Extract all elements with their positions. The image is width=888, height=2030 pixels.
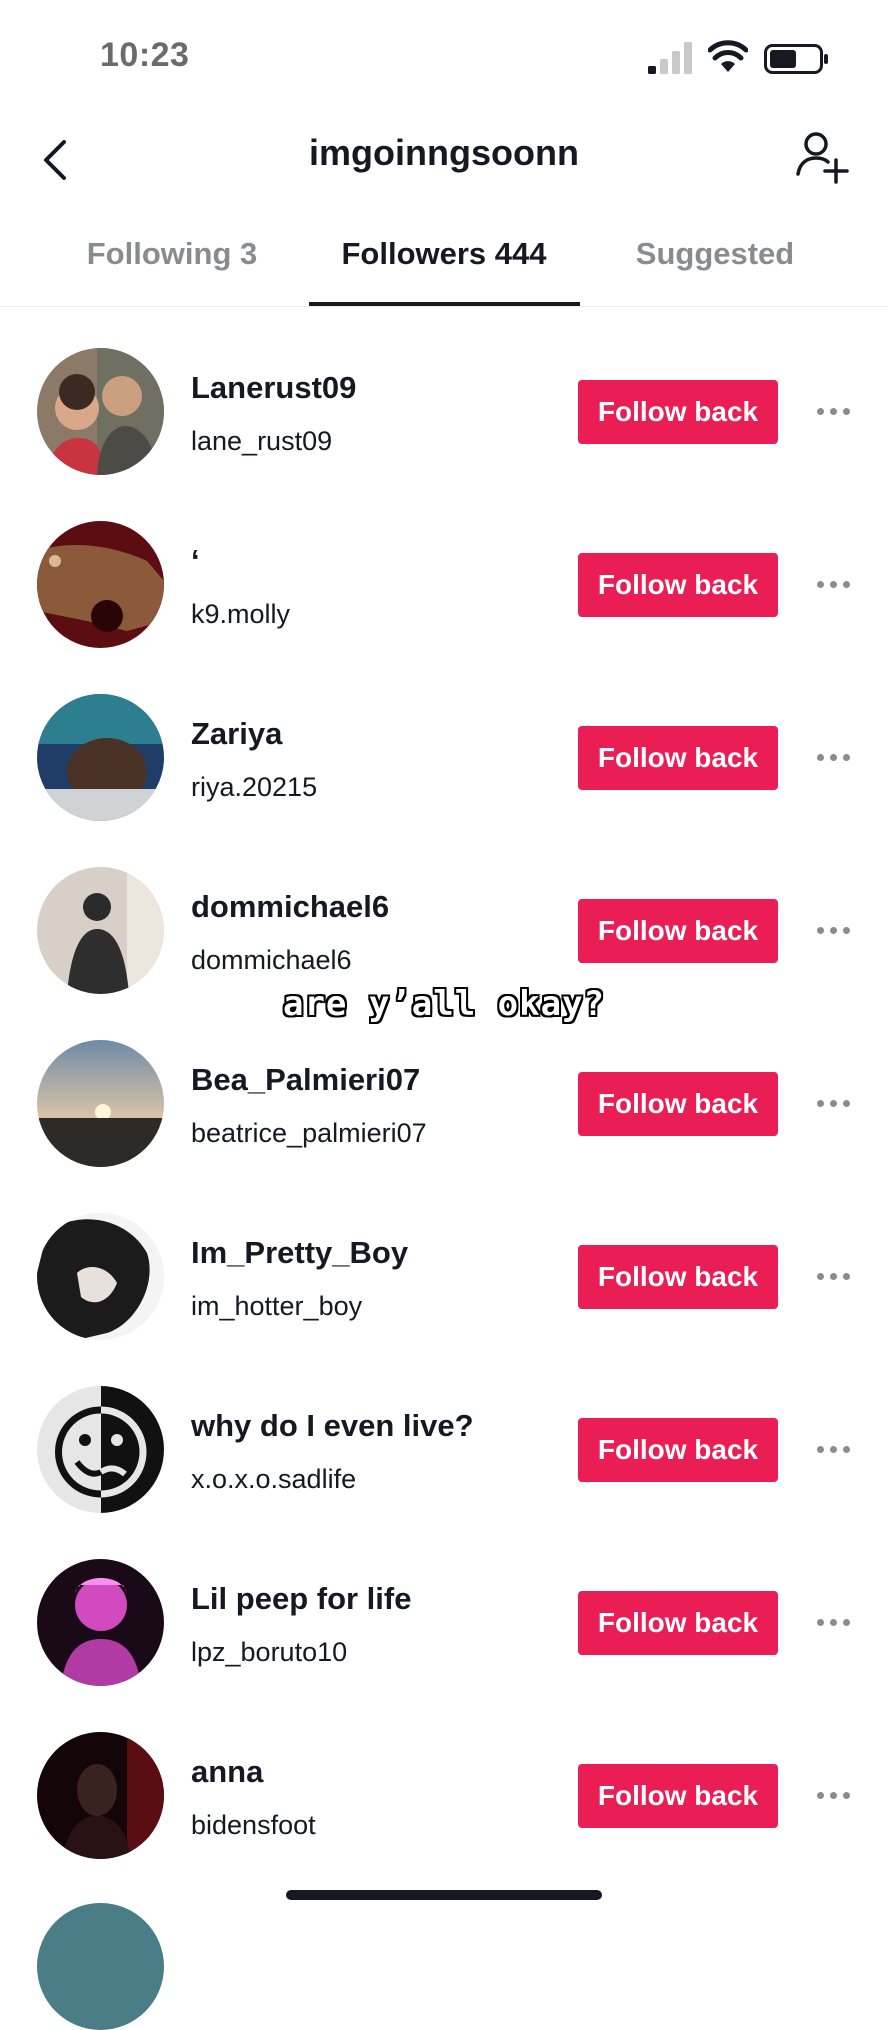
dot-icon xyxy=(829,753,837,761)
list-item[interactable]: ‘ k9.molly Follow back xyxy=(0,499,888,672)
signal-icon xyxy=(648,42,692,74)
follow-back-button[interactable]: Follow back xyxy=(578,1245,778,1309)
list-item[interactable]: anna bidensfoot Follow back xyxy=(0,1710,888,1883)
username: bidensfoot xyxy=(191,1810,316,1840)
add-user-icon xyxy=(796,132,849,184)
more-options-button[interactable] xyxy=(808,1434,858,1464)
display-name: Zariya xyxy=(191,716,283,751)
dot-icon xyxy=(816,407,824,415)
username: x.o.x.o.sadlife xyxy=(191,1464,357,1494)
dot-icon xyxy=(842,753,850,761)
dot-icon xyxy=(816,1791,824,1799)
display-name: why do I even live? xyxy=(191,1408,474,1443)
more-options-button[interactable] xyxy=(808,1261,858,1291)
follow-back-button[interactable]: Follow back xyxy=(578,726,778,790)
dot-icon xyxy=(829,1618,837,1626)
avatar[interactable] xyxy=(37,1559,164,1686)
dot-icon xyxy=(842,1618,850,1626)
avatar[interactable] xyxy=(37,1040,164,1167)
dot-icon xyxy=(842,926,850,934)
follow-tabs: Following 3 Followers 444 Suggested xyxy=(0,220,888,307)
battery-icon xyxy=(764,44,828,74)
display-name: Lil peep for life xyxy=(191,1581,412,1616)
follow-back-button[interactable]: Follow back xyxy=(578,1072,778,1136)
display-name: anna xyxy=(191,1754,264,1789)
more-options-button[interactable] xyxy=(808,742,858,772)
avatar[interactable] xyxy=(37,348,164,475)
dot-icon xyxy=(842,1445,850,1453)
display-name: Im_Pretty_Boy xyxy=(191,1235,409,1270)
status-bar: 10:23 xyxy=(0,0,888,110)
display-name: dommichael6 xyxy=(191,889,390,924)
list-item[interactable]: Zariya riya.20215 Follow back xyxy=(0,672,888,845)
more-options-button[interactable] xyxy=(808,1607,858,1637)
dot-icon xyxy=(829,1791,837,1799)
follow-back-button[interactable]: Follow back xyxy=(578,380,778,444)
tab-following[interactable]: Following 3 xyxy=(62,236,282,306)
dot-icon xyxy=(842,1791,850,1799)
dot-icon xyxy=(816,753,824,761)
dot-icon xyxy=(816,1445,824,1453)
top-nav: imgoinngsoonn xyxy=(0,110,888,210)
wifi-icon xyxy=(708,40,748,72)
username: riya.20215 xyxy=(191,772,318,802)
dot-icon xyxy=(816,1099,824,1107)
active-tab-indicator xyxy=(309,302,580,306)
avatar[interactable] xyxy=(37,1732,164,1859)
follow-back-button[interactable]: Follow back xyxy=(578,1418,778,1482)
more-options-button[interactable] xyxy=(808,915,858,945)
avatar[interactable] xyxy=(37,694,164,821)
add-friend-button[interactable] xyxy=(790,126,854,190)
display-name: Lanerust09 xyxy=(191,370,357,405)
username: lane_rust09 xyxy=(191,426,333,456)
dot-icon xyxy=(842,407,850,415)
dot-icon xyxy=(842,580,850,588)
username: dommichael6 xyxy=(191,945,352,975)
follow-back-button[interactable]: Follow back xyxy=(578,1591,778,1655)
list-item[interactable]: why do I even live? x.o.x.o.sadlife Foll… xyxy=(0,1364,888,1537)
dot-icon xyxy=(816,1272,824,1280)
follow-back-button[interactable]: Follow back xyxy=(578,899,778,963)
list-item[interactable]: Lil peep for life lpz_boruto10 Follow ba… xyxy=(0,1537,888,1710)
follow-back-button[interactable]: Follow back xyxy=(578,553,778,617)
username: im_hotter_boy xyxy=(191,1291,363,1321)
dot-icon xyxy=(829,1272,837,1280)
username: lpz_boruto10 xyxy=(191,1637,348,1667)
list-item[interactable]: Bea_Palmieri07 beatrice_palmieri07 Follo… xyxy=(0,1018,888,1191)
dot-icon xyxy=(842,1272,850,1280)
display-name: Bea_Palmieri07 xyxy=(191,1062,421,1097)
more-options-button[interactable] xyxy=(808,569,858,599)
dot-icon xyxy=(816,1618,824,1626)
username: k9.molly xyxy=(191,599,291,629)
tab-suggested[interactable]: Suggested xyxy=(606,236,824,306)
follow-back-button[interactable]: Follow back xyxy=(578,1764,778,1828)
more-options-button[interactable] xyxy=(808,1088,858,1118)
avatar[interactable] xyxy=(37,1386,164,1513)
dot-icon xyxy=(829,1445,837,1453)
overlay-caption: are y’all okay? xyxy=(282,984,606,1024)
tab-followers[interactable]: Followers 444 xyxy=(308,236,580,306)
avatar[interactable] xyxy=(37,521,164,648)
dot-icon xyxy=(829,926,837,934)
avatar[interactable] xyxy=(37,867,164,994)
avatar[interactable] xyxy=(37,1213,164,1340)
home-indicator xyxy=(286,1890,602,1900)
followers-list: Lanerust09 lane_rust09 Follow back ‘ k9.… xyxy=(0,326,888,1883)
dot-icon xyxy=(842,1099,850,1107)
dot-icon xyxy=(829,1099,837,1107)
avatar[interactable] xyxy=(37,1903,164,2030)
more-options-button[interactable] xyxy=(808,396,858,426)
dot-icon xyxy=(829,580,837,588)
dot-icon xyxy=(816,580,824,588)
list-item[interactable]: Lanerust09 lane_rust09 Follow back xyxy=(0,326,888,499)
dot-icon xyxy=(829,407,837,415)
more-options-button[interactable] xyxy=(808,1780,858,1810)
status-time: 10:23 xyxy=(100,36,190,74)
username: beatrice_palmieri07 xyxy=(191,1118,427,1148)
list-item[interactable]: Im_Pretty_Boy im_hotter_boy Follow back xyxy=(0,1191,888,1364)
profile-username-title: imgoinngsoonn xyxy=(309,132,579,173)
display-name: ‘ xyxy=(191,543,200,578)
dot-icon xyxy=(816,926,824,934)
